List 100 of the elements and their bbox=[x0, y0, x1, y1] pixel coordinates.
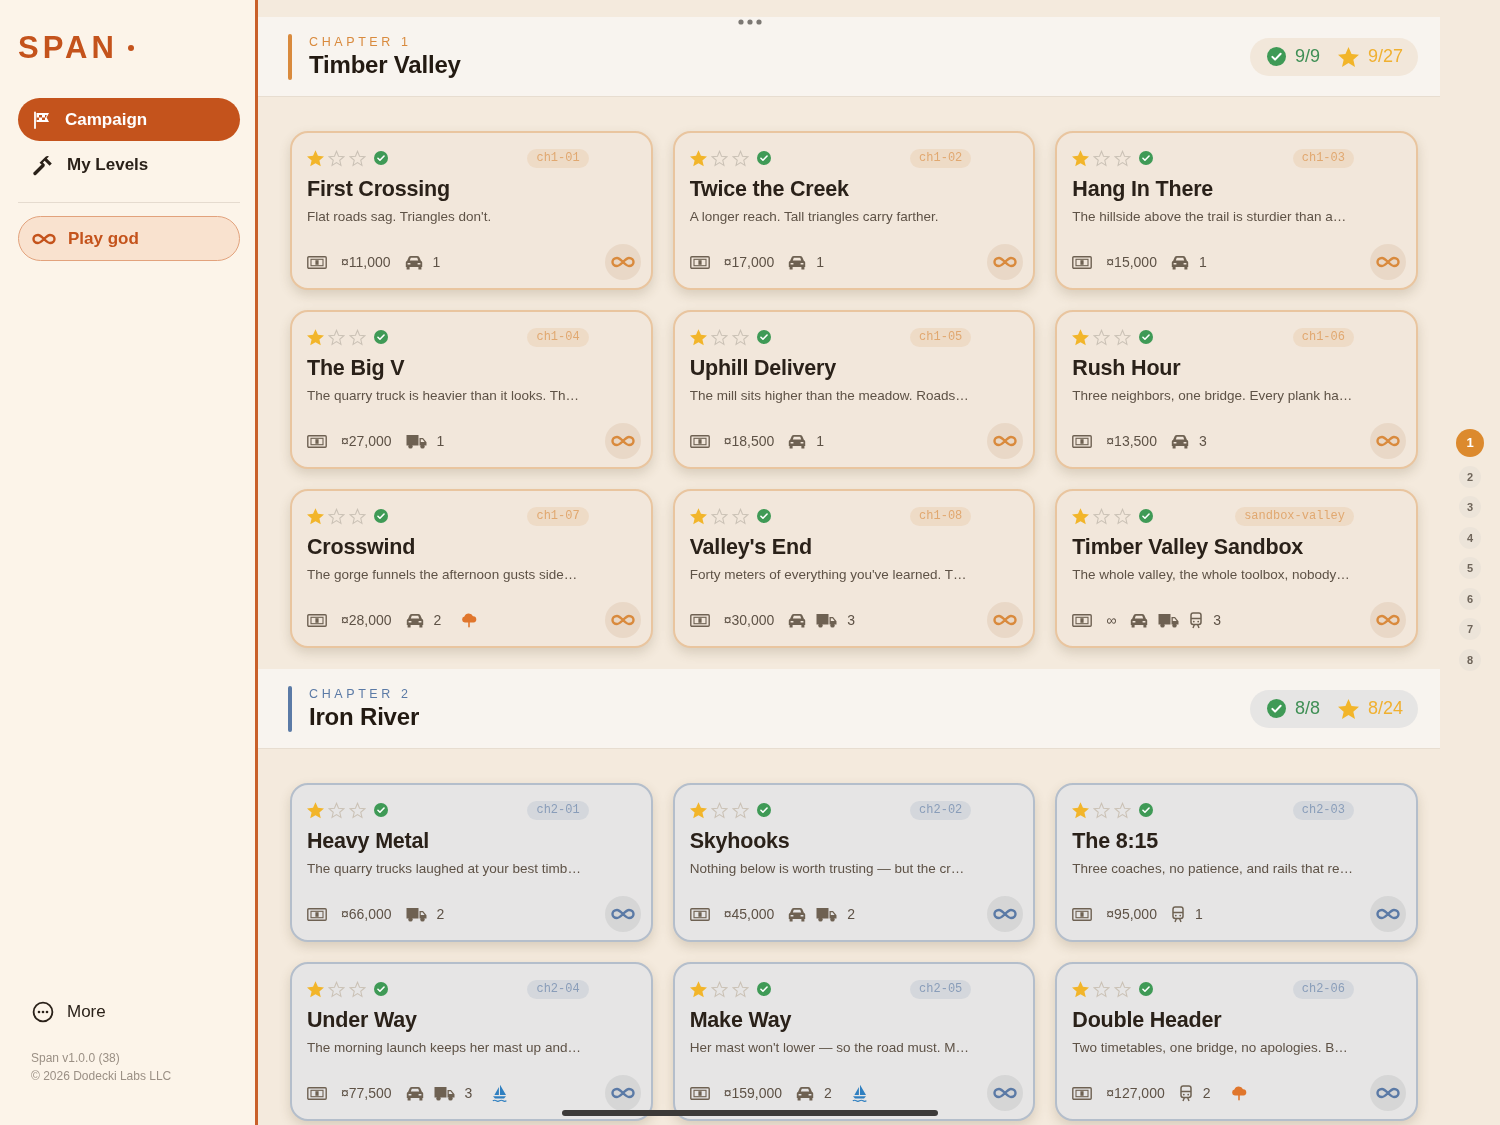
level-id-tag: ch1-08 bbox=[910, 506, 972, 526]
level-description: The whole valley, the whole toolbox, nobody… bbox=[1072, 566, 1351, 584]
truck-icon bbox=[433, 1085, 455, 1101]
car-icon bbox=[405, 612, 424, 628]
level-id-tag: ch1-07 bbox=[527, 506, 589, 526]
banknote-icon bbox=[1072, 434, 1093, 448]
star-outline-icon bbox=[328, 507, 345, 525]
star-icon bbox=[307, 801, 324, 819]
ellipsis-icon bbox=[32, 1001, 54, 1023]
star-icon bbox=[307, 149, 324, 167]
star-outline-icon bbox=[731, 980, 749, 998]
hammer-icon bbox=[32, 153, 54, 176]
level-title: Heavy Metal bbox=[307, 828, 431, 854]
truck-icon bbox=[405, 433, 427, 449]
level-title: Uphill Delivery bbox=[689, 355, 837, 381]
level-title: The 8:15 bbox=[1072, 828, 1159, 854]
level-card[interactable]: sandbox-valley Timber Valley Sandbox The whole valley, the whole toolbox, nobody… ∞ 3 bbox=[1055, 489, 1418, 648]
handle-dots-icon[interactable] bbox=[738, 18, 762, 25]
star-icon bbox=[1072, 149, 1090, 167]
banknote-icon bbox=[307, 255, 327, 269]
level-card[interactable]: ch1-07 Crosswind The gorge funnels the afternoon gusts side… ¤28,000 2 bbox=[290, 489, 653, 648]
level-title: Valley's End bbox=[689, 534, 813, 560]
star-outline-icon bbox=[328, 801, 345, 819]
level-card[interactable]: ch2-02 Skyhooks Nothing below is worth trusting — but the cr… ¤45,000 2 bbox=[672, 783, 1036, 942]
dot-icon bbox=[127, 44, 134, 51]
infinity-icon bbox=[609, 434, 636, 448]
star-outline-icon bbox=[1114, 801, 1132, 819]
budget-text: ¤27,000 bbox=[341, 431, 392, 451]
sidebar-nav-item[interactable]: My Levels bbox=[18, 143, 240, 186]
chapter-page-button[interactable]: 8 bbox=[1459, 648, 1481, 671]
truck-icon bbox=[1158, 612, 1180, 628]
vehicle-count: 3 bbox=[464, 1083, 473, 1103]
level-card[interactable]: ch1-01 First Crossing Flat roads sag. Triangles don't. ¤11,000 1 bbox=[290, 131, 653, 290]
level-card[interactable]: ch1-02 Twice the Creek A longer reach. Tall triangles carry farther. ¤17,000 1 bbox=[672, 131, 1036, 290]
star-outline-icon bbox=[710, 328, 728, 346]
level-card[interactable]: ch1-06 Rush Hour Three neighbors, one bridge. Every plank ha… ¤13,500 3 bbox=[1055, 310, 1418, 469]
chapter-page-button[interactable]: 4 bbox=[1459, 526, 1481, 549]
car-icon bbox=[404, 254, 423, 270]
star-count: 8/24 bbox=[1367, 697, 1403, 720]
banknote-icon bbox=[1072, 907, 1093, 921]
chapter-page-button[interactable]: 2 bbox=[1459, 465, 1481, 488]
level-card[interactable]: ch2-05 Make Way Her mast won't lower — so the road must. M… ¤159,000 2 bbox=[672, 962, 1036, 1121]
level-title: Timber Valley Sandbox bbox=[1072, 534, 1305, 560]
budget-text: ¤18,500 bbox=[723, 431, 775, 451]
train-icon bbox=[1189, 611, 1204, 629]
star-icon bbox=[1072, 801, 1090, 819]
star-outline-icon bbox=[1114, 507, 1132, 525]
star-outline-icon bbox=[328, 328, 345, 346]
banknote-icon bbox=[1072, 613, 1093, 627]
level-id-tag: ch1-04 bbox=[527, 327, 589, 347]
infinity-button[interactable] bbox=[604, 1075, 641, 1111]
star-outline-icon bbox=[349, 801, 366, 819]
infinity-icon bbox=[609, 1086, 636, 1100]
chapter-page-button[interactable]: 7 bbox=[1459, 618, 1481, 641]
level-id-tag: ch2-02 bbox=[910, 800, 972, 820]
level-card[interactable]: ch1-08 Valley's End Forty meters of everything you've learned. T… ¤30,000 3 bbox=[672, 489, 1036, 648]
train-icon bbox=[1170, 905, 1185, 923]
chapter-page-button[interactable]: 5 bbox=[1459, 557, 1481, 580]
level-card[interactable]: ch1-05 Uphill Delivery The mill sits higher than the meadow. Roads… ¤18,500 1 bbox=[672, 310, 1036, 469]
more-button[interactable]: More bbox=[18, 997, 120, 1027]
level-card[interactable]: ch2-03 The 8:15 Three coaches, no patience, and rails that re… ¤95,000 1 bbox=[1055, 783, 1418, 942]
chapter-label: CHAPTER 1 bbox=[309, 33, 413, 50]
star-icon bbox=[689, 328, 707, 346]
level-title: The Big V bbox=[307, 355, 406, 381]
budget-text: ∞ bbox=[1106, 610, 1117, 630]
level-card[interactable]: ch1-03 Hang In There The hillside above the trail is sturdier than a… ¤15,000 1 bbox=[1055, 131, 1418, 290]
level-card[interactable]: ch2-04 Under Way The morning launch keeps her mast up and… ¤77,500 3 bbox=[290, 962, 653, 1121]
star-outline-icon bbox=[1093, 507, 1111, 525]
infinity-icon bbox=[1375, 255, 1401, 269]
chapter-page-button[interactable]: 3 bbox=[1459, 496, 1481, 519]
star-outline-icon bbox=[731, 149, 749, 167]
level-title: Under Way bbox=[307, 1007, 418, 1033]
banknote-icon bbox=[689, 1086, 710, 1100]
completed-count: 9/9 bbox=[1294, 45, 1320, 68]
level-title: Hang In There bbox=[1072, 176, 1215, 202]
version-text: Span v1.0.0 (38) bbox=[31, 1050, 121, 1067]
star-count: 9/27 bbox=[1367, 45, 1403, 68]
chapter-page-button[interactable]: 6 bbox=[1459, 587, 1481, 610]
star-icon bbox=[307, 328, 324, 346]
level-description: Three coaches, no patience, and rails that re… bbox=[1072, 860, 1354, 878]
vehicle-count: 2 bbox=[847, 904, 856, 924]
budget-text: ¤30,000 bbox=[723, 610, 775, 630]
sidebar-nav-item[interactable]: Campaign bbox=[18, 98, 240, 141]
budget-text: ¤17,000 bbox=[723, 252, 775, 272]
star-icon bbox=[1337, 698, 1359, 719]
star-outline-icon bbox=[731, 801, 749, 819]
infinity-icon bbox=[992, 434, 1019, 448]
level-title: First Crossing bbox=[307, 176, 451, 202]
play-god-button[interactable]: Play god bbox=[18, 216, 240, 261]
app-logo: SPAN bbox=[18, 30, 118, 65]
level-card[interactable]: ch1-04 The Big V The quarry truck is heavier than it looks. Th… ¤27,000 1 bbox=[290, 310, 653, 469]
level-card[interactable]: ch2-01 Heavy Metal The quarry trucks laughed at your best timb… ¤66,000 2 bbox=[290, 783, 653, 942]
star-outline-icon bbox=[349, 149, 366, 167]
level-id-tag: ch2-05 bbox=[910, 979, 972, 999]
star-outline-icon bbox=[349, 328, 366, 346]
level-card[interactable]: ch2-06 Double Header Two timetables, one bridge, no apologies. B… ¤127,000 2 bbox=[1055, 962, 1418, 1121]
level-id-tag: ch1-05 bbox=[910, 327, 972, 347]
level-description: The quarry trucks laughed at your best timb… bbox=[307, 860, 582, 878]
budget-text: ¤15,000 bbox=[1106, 252, 1157, 272]
vehicle-count: 1 bbox=[436, 431, 445, 451]
